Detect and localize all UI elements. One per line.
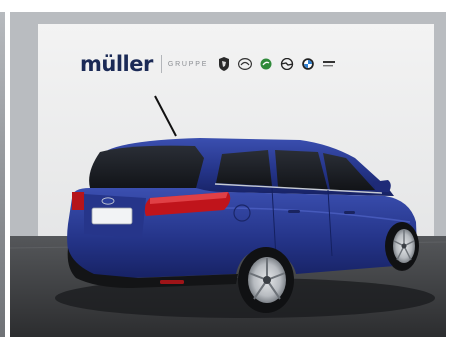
left-neighbor-edge: [0, 12, 5, 337]
dealer-group-label: GRUPPE: [167, 60, 209, 68]
tail-light-left: [72, 192, 86, 210]
dealer-logo: müller: [80, 51, 153, 76]
side-window-rear: [216, 150, 272, 186]
wing-mirror: [373, 180, 391, 192]
rear-wheel: [238, 247, 294, 313]
car-photo: müller GRUPPE: [10, 12, 446, 337]
skoda-icon: [260, 58, 272, 70]
ford-oval-icon: [101, 197, 115, 205]
bmw-icon: [302, 58, 315, 70]
brand-marks: [218, 57, 336, 71]
opel-icon: [280, 58, 294, 70]
bmw-service-icon: [322, 59, 336, 69]
front-wheel: [385, 222, 419, 270]
dealer-brand-bar: müller GRUPPE: [80, 45, 400, 83]
rear-window: [89, 145, 204, 188]
logo-divider: [160, 55, 162, 73]
license-plate: [91, 207, 133, 225]
peugeot-lion-icon: [218, 57, 230, 71]
mazda-icon: [238, 58, 253, 70]
